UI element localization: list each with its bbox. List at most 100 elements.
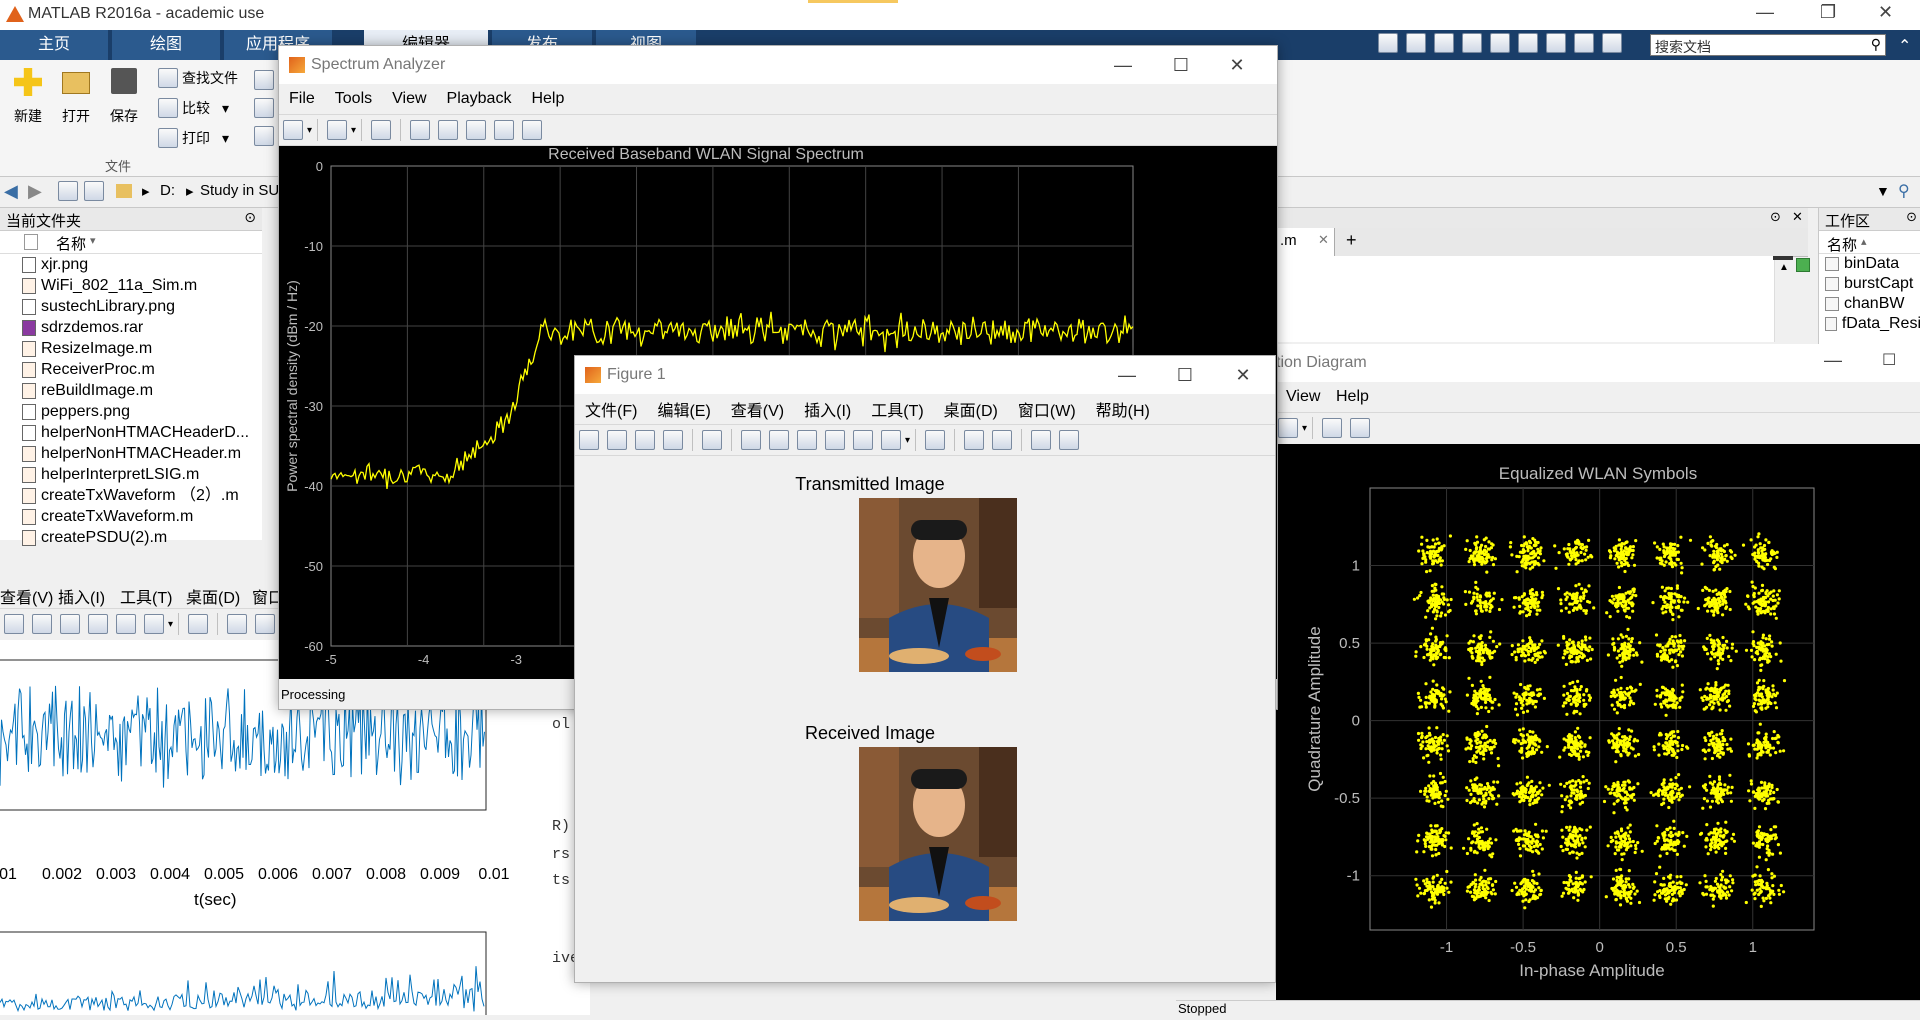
zoom-nav-icon[interactable] <box>254 126 274 146</box>
file-list-item[interactable]: createTxWaveform.m <box>0 506 262 527</box>
file-list-item[interactable]: peppers.png <box>0 401 262 422</box>
qa-undo-icon[interactable] <box>1518 33 1538 53</box>
spectrum-menu-item[interactable]: File <box>289 90 315 108</box>
qa-copy-icon[interactable] <box>1462 33 1482 53</box>
search-input[interactable]: 搜索文档 <box>1655 37 1711 57</box>
editor-file-tab[interactable]: .m ✕ <box>1278 228 1335 256</box>
bg-rotate-icon[interactable] <box>88 614 108 634</box>
close-button[interactable]: ✕ <box>1878 2 1893 23</box>
path-dropdown-icon[interactable]: ▼ <box>1876 183 1890 199</box>
search-icon[interactable]: ⚲ <box>1871 36 1881 53</box>
forward-nav-icon[interactable] <box>254 98 274 118</box>
fig-new-icon[interactable] <box>579 430 599 450</box>
fig-rotate-icon[interactable] <box>825 430 845 450</box>
workspace-variable[interactable]: chanBW <box>1819 294 1920 314</box>
editor-scrollbar[interactable]: ▲ <box>1773 256 1793 342</box>
fig-zoom-out-icon[interactable] <box>769 430 789 450</box>
file-list-item[interactable]: reBuildImage.m <box>0 380 262 401</box>
file-list-item[interactable]: ResizeImage.m <box>0 338 262 359</box>
browse-folder-icon[interactable] <box>84 181 104 201</box>
spec-peak-icon[interactable] <box>466 120 487 140</box>
bg-legend-icon[interactable] <box>255 614 276 634</box>
figure1-menu-item[interactable]: 窗口(W) <box>1018 397 1076 421</box>
ribbon-collapse-icon[interactable]: ⌃ <box>1898 36 1911 56</box>
const-settings-icon[interactable] <box>1350 418 1371 438</box>
path-search-icon[interactable]: ⚲ <box>1898 181 1910 201</box>
new-button[interactable]: 新建 <box>10 68 46 126</box>
fig-zoom-in-icon[interactable] <box>741 430 761 450</box>
spec-ccdf-icon[interactable] <box>522 120 543 140</box>
spectrum-menu-item[interactable]: Playback <box>447 90 512 108</box>
panel-menu-icon[interactable]: ⊙ <box>244 209 256 226</box>
file-list-item[interactable]: sdrzdemos.rar <box>0 317 262 338</box>
find-files-button[interactable]: 查找文件 <box>154 68 238 88</box>
qa-switch-icon[interactable] <box>1574 33 1594 53</box>
fig-datacursor-icon[interactable] <box>853 430 873 450</box>
print-button[interactable]: 打印 ▾ <box>154 128 229 148</box>
file-list-item[interactable]: xjr.png <box>0 254 262 275</box>
figure1-close-button[interactable]: ✕ <box>1215 356 1271 394</box>
file-list-item[interactable]: helperNonHTMACHeaderD... <box>0 422 262 443</box>
fig-save-icon[interactable] <box>635 430 655 450</box>
up-folder-icon[interactable] <box>58 181 78 201</box>
search-box[interactable]: 搜索文档 ⚲ <box>1650 34 1886 56</box>
forward-arrow-icon[interactable]: ▶ <box>28 181 42 202</box>
back-nav-icon[interactable] <box>254 70 274 90</box>
fig-pointer-icon[interactable] <box>702 430 722 450</box>
const-maximize-button[interactable]: ☐ <box>1882 350 1896 370</box>
workspace-column-name[interactable]: 名称 <box>1827 234 1857 255</box>
spectrum-maximize-button[interactable]: ☐ <box>1153 46 1209 84</box>
bg-colorbar-icon[interactable] <box>227 614 248 634</box>
spectrum-menu-item[interactable]: Help <box>531 90 564 108</box>
const-measure-icon[interactable] <box>1322 418 1343 438</box>
spec-autoscale-icon[interactable] <box>371 120 392 140</box>
spec-settings-icon[interactable] <box>410 120 431 140</box>
spectrum-close-button[interactable]: ✕ <box>1209 46 1265 84</box>
file-list-item[interactable]: ReceiverProc.m <box>0 359 262 380</box>
editor-close-icon[interactable]: ✕ <box>1792 209 1803 225</box>
path-folder[interactable]: Study in SU <box>200 182 279 199</box>
workspace-variable[interactable]: binData <box>1819 254 1920 274</box>
fig-dock-icon[interactable] <box>1059 430 1080 450</box>
file-list-item[interactable]: helperInterpretLSIG.m <box>0 464 262 485</box>
folder-column-header[interactable]: 名称 ▾ <box>0 231 262 254</box>
bg-figure-menu-item[interactable]: 桌面(D) <box>186 584 240 608</box>
const-zoom-icon[interactable] <box>1278 418 1298 438</box>
fig-legend-icon[interactable] <box>992 430 1013 450</box>
tab-home[interactable]: 主页 <box>0 30 108 60</box>
bg-zoom-out-icon[interactable] <box>32 614 52 634</box>
figure1-menu-item[interactable]: 插入(I) <box>804 397 851 421</box>
workspace-menu-icon[interactable]: ⊙ <box>1906 209 1917 225</box>
qa-save-icon[interactable] <box>1406 33 1426 53</box>
file-list-item[interactable]: sustechLibrary.png <box>0 296 262 317</box>
tab-plots[interactable]: 绘图 <box>112 30 220 60</box>
spec-zoom-icon[interactable] <box>327 120 348 140</box>
workspace-variable[interactable]: burstCapt <box>1819 274 1920 294</box>
qa-help-icon[interactable] <box>1602 33 1622 53</box>
bg-figure-menu-item[interactable]: 查看(V) <box>0 584 53 608</box>
open-button[interactable]: 打开 <box>58 68 94 126</box>
file-list-item[interactable]: helperNonHTMACHeader.m <box>0 443 262 464</box>
editor-body[interactable] <box>1278 256 1778 342</box>
fig-pan-icon[interactable] <box>797 430 817 450</box>
bg-datacursor-icon[interactable] <box>116 614 136 634</box>
file-list-item[interactable]: WiFi_802_11a_Sim.m <box>0 275 262 296</box>
fig-hide-tools-icon[interactable] <box>1031 430 1052 450</box>
figure1-menu-item[interactable]: 文件(F) <box>585 397 637 421</box>
const-minimize-button[interactable]: — <box>1824 350 1842 371</box>
spec-cursor-icon[interactable] <box>438 120 459 140</box>
figure1-menu-item[interactable]: 工具(T) <box>871 397 923 421</box>
spectrum-menu-item[interactable]: Tools <box>335 90 372 108</box>
const-menu-help[interactable]: Help <box>1336 388 1369 406</box>
path-drive[interactable]: D: <box>160 182 175 199</box>
qa-icon[interactable] <box>1378 33 1398 53</box>
figure1-menu-item[interactable]: 桌面(D) <box>944 397 998 421</box>
spec-distortion-icon[interactable] <box>494 120 515 140</box>
bg-figure-menu-item[interactable]: 工具(T) <box>120 584 172 608</box>
compare-button[interactable]: 比较 ▾ <box>154 98 229 118</box>
fig-link-icon[interactable] <box>925 430 946 450</box>
bg-figure-menu-item[interactable]: 插入(I) <box>58 584 105 608</box>
spectrum-menu-item[interactable]: View <box>392 90 426 108</box>
save-button[interactable]: 保存 <box>106 68 142 126</box>
figure1-menu-item[interactable]: 帮助(H) <box>1096 397 1150 421</box>
